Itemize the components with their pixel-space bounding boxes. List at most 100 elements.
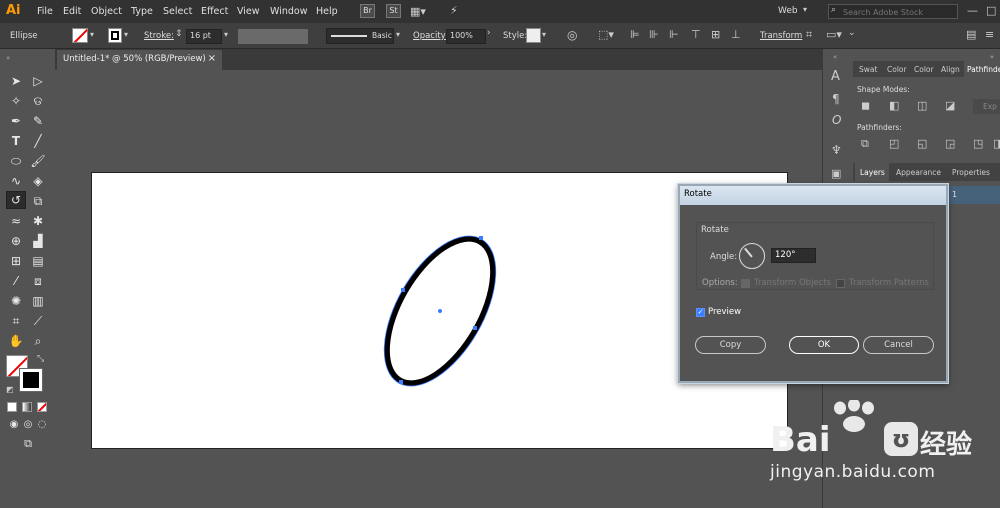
opentype-panel-icon[interactable]: O <box>832 113 841 127</box>
line-tool-icon[interactable]: ╱ <box>30 133 46 149</box>
tab-swatches[interactable]: Swat <box>859 65 877 74</box>
intersect-icon[interactable]: ◫ <box>917 99 927 112</box>
document-tab[interactable]: Untitled-1* @ 50% (RGB/Preview) × <box>57 50 222 71</box>
shape-options-icon[interactable]: ▭▾ <box>826 28 842 41</box>
opacity-label[interactable]: Opacity: <box>413 31 448 41</box>
perspective-grid-tool-icon[interactable]: ▟ <box>30 233 46 249</box>
chevron-down-icon[interactable]: ▾ <box>542 30 546 39</box>
merge-icon[interactable]: ◱ <box>917 137 927 150</box>
screen-mode-icon[interactable]: ⧉ <box>20 436 36 452</box>
hand-tool-icon[interactable]: ✋ <box>8 333 24 349</box>
pen-tool-icon[interactable]: ✒ <box>8 113 24 129</box>
bridge-button[interactable]: Br <box>360 4 375 18</box>
exclude-icon[interactable]: ◪ <box>945 99 955 112</box>
symbol-sprayer-tool-icon[interactable]: ✺ <box>8 293 24 309</box>
stock-search[interactable]: ⌕ <box>828 4 958 19</box>
blend-tool-icon[interactable]: ⧈ <box>30 273 46 289</box>
brush-definition[interactable]: Basic <box>326 28 394 44</box>
stroke-swatch[interactable] <box>108 28 122 43</box>
chevron-down-icon[interactable]: ⌄ <box>848 28 856 38</box>
magic-wand-tool-icon[interactable]: ✧ <box>8 93 24 109</box>
angle-dial[interactable] <box>739 243 765 269</box>
align-left-icon[interactable]: ⊫ <box>630 28 640 41</box>
align-to-icon[interactable]: ⬚▾ <box>598 28 614 41</box>
paintbrush-tool-icon[interactable]: 🖌 <box>30 153 46 169</box>
tab-color[interactable]: Color <box>887 65 907 74</box>
preview-checkbox[interactable]: ✓ <box>696 308 705 317</box>
minus-front-icon[interactable]: ◧ <box>889 99 899 112</box>
transform-objects-checkbox[interactable] <box>741 279 750 288</box>
menu-file[interactable]: File <box>37 6 53 17</box>
chevron-right-icon[interactable]: › <box>487 28 491 38</box>
menu-help[interactable]: Help <box>316 6 338 17</box>
menu-window[interactable]: Window <box>270 6 307 17</box>
lasso-tool-icon[interactable]: ଡ <box>30 93 46 109</box>
recolor-artwork-icon[interactable]: ◎ <box>567 28 577 42</box>
scale-tool-icon[interactable]: ⧉ <box>30 193 46 209</box>
menu-object[interactable]: Object <box>91 6 122 17</box>
align-right-icon[interactable]: ⊩ <box>669 28 679 41</box>
slice-tool-icon[interactable]: ⟋ <box>30 313 46 329</box>
tab-color-guide[interactable]: Color <box>914 65 934 74</box>
outline-icon[interactable]: ◳ <box>973 137 983 150</box>
stroke-color-box[interactable] <box>19 368 43 392</box>
collapse-icon[interactable]: « <box>833 53 837 61</box>
opacity-field[interactable]: 100% <box>446 29 486 44</box>
chevron-down-icon[interactable]: ▾ <box>224 30 228 39</box>
search-input[interactable] <box>843 6 955 18</box>
collapse-icon[interactable]: » <box>6 54 10 62</box>
variable-width-profile[interactable] <box>238 29 308 44</box>
crop-icon[interactable]: ◲ <box>945 137 955 150</box>
menu-view[interactable]: View <box>237 6 260 17</box>
unite-icon[interactable]: ◼ <box>861 99 870 112</box>
menu-effect[interactable]: Effect <box>201 6 228 17</box>
transform-patterns-checkbox[interactable] <box>836 279 845 288</box>
curvature-tool-icon[interactable]: ✎ <box>30 113 46 129</box>
mesh-tool-icon[interactable]: ⊞ <box>8 253 24 269</box>
ellipse-tool-icon[interactable]: ⬭ <box>8 153 24 169</box>
panel-menu-icon[interactable]: ≡ <box>985 28 994 41</box>
artboard-tool-icon[interactable]: ⌗ <box>8 313 24 329</box>
anchor-point[interactable] <box>399 380 403 384</box>
ok-button[interactable]: OK <box>789 336 859 354</box>
maximize-icon[interactable]: □ <box>986 4 996 17</box>
selection-tool-icon[interactable]: ➤ <box>8 73 24 89</box>
transform-link[interactable]: Transform <box>760 31 802 41</box>
anchor-point[interactable] <box>401 288 405 292</box>
tab-align[interactable]: Align <box>941 65 960 74</box>
character-panel-icon[interactable]: A <box>831 69 840 84</box>
graphic-style-swatch[interactable] <box>526 28 541 43</box>
puppet-icon[interactable]: ♆ <box>831 143 842 157</box>
align-top-icon[interactable]: ⊤ <box>691 28 701 41</box>
fill-swatch[interactable] <box>72 28 88 43</box>
type-tool-icon[interactable]: T <box>8 133 24 149</box>
stepper-icon[interactable]: ⇕ <box>175 29 183 39</box>
width-tool-icon[interactable]: ≈ <box>8 213 24 229</box>
dialog-title-bar[interactable]: Rotate <box>680 186 946 205</box>
align-middle-icon[interactable]: ⊞ <box>711 28 720 41</box>
align-bottom-icon[interactable]: ⊥ <box>731 28 741 41</box>
tab-layers-active[interactable]: Layers <box>855 163 889 181</box>
align-center-icon[interactable]: ⊪ <box>649 28 659 41</box>
draw-inside-icon[interactable]: ◌ <box>34 417 50 433</box>
none-mode-icon[interactable] <box>37 402 47 412</box>
expand-button[interactable]: Exp <box>973 99 1000 114</box>
rotate-tool-icon[interactable]: ↺ <box>6 191 26 209</box>
eyedropper-tool-icon[interactable]: ⁄ <box>8 273 24 289</box>
menu-type[interactable]: Type <box>131 6 153 17</box>
arrange-documents-icon[interactable]: ▦▾ <box>410 5 426 18</box>
minimize-icon[interactable]: — <box>967 4 978 17</box>
default-colors-icon[interactable]: ◩ <box>6 385 14 394</box>
libraries-icon[interactable]: ▣ <box>831 167 841 180</box>
stroke-label[interactable]: Stroke: <box>144 31 174 41</box>
shape-builder-tool-icon[interactable]: ⊕ <box>8 233 24 249</box>
collapse-icon[interactable]: » <box>990 53 994 61</box>
close-icon[interactable]: × <box>208 53 216 64</box>
angle-input[interactable]: 120° <box>771 248 816 263</box>
gradient-mode-icon[interactable] <box>22 402 32 412</box>
minus-back-icon[interactable]: ◨ <box>993 137 1000 150</box>
chevron-down-icon[interactable]: ▾ <box>124 30 128 39</box>
menu-select[interactable]: Select <box>163 6 192 17</box>
chevron-down-icon[interactable]: ▾ <box>396 30 400 39</box>
stroke-weight-field[interactable]: 16 pt <box>186 29 222 44</box>
